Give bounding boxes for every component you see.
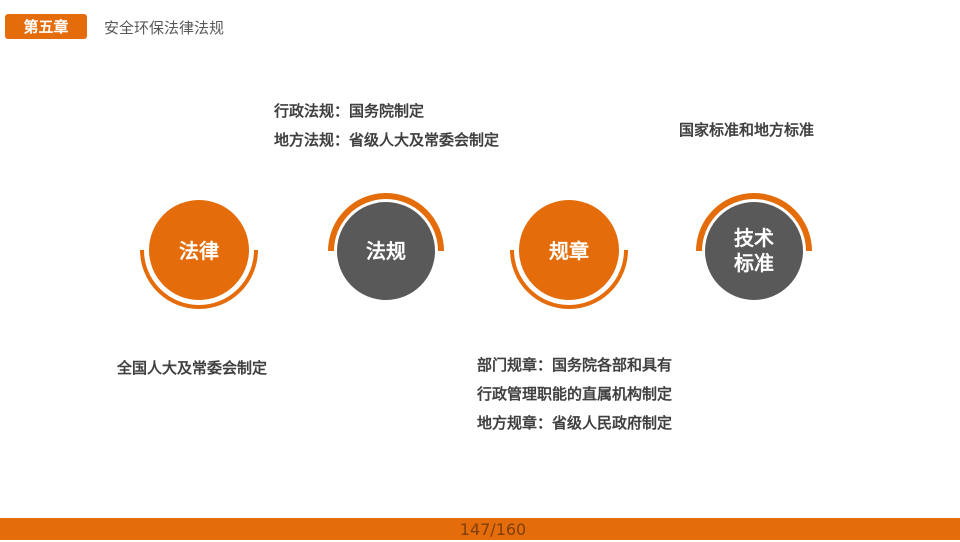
page-number: 147/160 [459, 520, 527, 539]
node-standards-label: 技术标准 [734, 226, 774, 275]
node-law-label: 法律 [179, 238, 219, 263]
rules-line-1: 部门规章：国务院各部和具有 [477, 356, 673, 374]
regulations-description: 行政法规：国务院制定 地方法规：省级人大及常委会制定 [274, 97, 499, 155]
regulations-line-1: 行政法规：国务院制定 [274, 102, 425, 120]
node-law: 法律 [139, 191, 259, 311]
node-standards: 技术标准 [694, 191, 814, 311]
regulations-line-2: 地方法规：省级人大及常委会制定 [274, 131, 500, 149]
node-regulations: 法规 [326, 191, 446, 311]
rules-description: 部门规章：国务院各部和具有 行政管理职能的直属机构制定 地方规章：省级人民政府制… [477, 351, 672, 438]
rules-line-2: 行政管理职能的直属机构制定 [477, 385, 673, 403]
node-rules: 规章 [509, 191, 629, 311]
law-description: 全国人大及常委会制定 [117, 354, 267, 383]
node-rules-label: 规章 [549, 238, 589, 263]
rules-line-3: 地方规章：省级人民政府制定 [477, 414, 673, 432]
law-line-1: 全国人大及常委会制定 [117, 359, 268, 377]
node-regulations-label: 法规 [366, 238, 406, 263]
standards-description: 国家标准和地方标准 [679, 116, 814, 145]
chapter-tag: 第五章 [5, 14, 87, 39]
chapter-title: 安全环保法律法规 [104, 19, 225, 37]
standards-line-1: 国家标准和地方标准 [679, 121, 815, 139]
